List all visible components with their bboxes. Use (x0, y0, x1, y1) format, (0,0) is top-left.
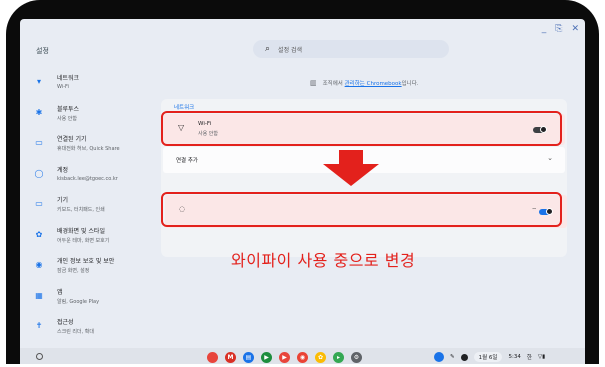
docs-icon[interactable]: ▤ (243, 352, 254, 363)
sidebar-item-3[interactable]: ◯ 계정 kisback.lee@tgoec.co.kr (30, 165, 155, 189)
managed-link[interactable]: 관리하는 Chromebook (345, 81, 402, 87)
sidebar-item-1[interactable]: ✱ 블루투스사용 안함 (30, 104, 155, 128)
sidebar-item-label: 접근성 (57, 319, 74, 326)
maximize-button[interactable]: ⎘ (555, 24, 562, 34)
apps-icon: ▦ (35, 290, 43, 300)
notification-icon[interactable] (460, 353, 468, 361)
gmail-icon[interactable]: M (225, 352, 236, 363)
photos-icon[interactable]: ✿ (315, 352, 326, 363)
sidebar-item-5[interactable]: ✿ 배경화면 및 스타일어두운 테마, 화면 보호기 (30, 226, 155, 250)
settings-icon[interactable]: ⚙ (351, 352, 362, 363)
sidebar-item-sub: 사용 안함 (57, 115, 77, 122)
highlight-before (161, 111, 562, 146)
highlight-after (161, 192, 562, 227)
sidebar-item-sub: 어두운 테마, 화면 보호기 (57, 237, 110, 244)
search-input[interactable]: ⌕ 설정 검색 (253, 40, 449, 58)
wifi-status-icon[interactable]: ▽▮ (538, 354, 545, 360)
managed-notice: ▥ 조직에서 관리하는 Chromebook입니다. (310, 79, 419, 87)
meet-icon[interactable]: ▶ (261, 352, 272, 363)
youtube-music-icon[interactable]: ◉ (297, 352, 308, 363)
sidebar-item-label: 개인 정보 보호 및 보안 (57, 258, 115, 265)
sidebar-item-0[interactable]: ▾ 네트워크 Wi-Fi (30, 73, 155, 97)
youtube-icon[interactable]: ▶ (279, 352, 290, 363)
building-icon: ▥ (310, 79, 317, 87)
sidebar-item-4[interactable]: ▭ 기기키보드, 터치패드, 인쇄 (30, 195, 155, 219)
status-tray: ✎ 1월 6일 5:34 한 ▽▮ (434, 352, 545, 362)
sidebar-item-sub: 휴대전화 허브, Quick Share (57, 146, 120, 152)
app-title: 설정 (36, 47, 49, 55)
sidebar-item-label: 앱 (57, 288, 63, 296)
play-store-icon[interactable]: ▸ (333, 352, 344, 363)
wifi-icon: ▾ (36, 77, 41, 86)
sidebar-item-6[interactable]: ◉ 개인 정보 보호 및 보안잠금 화면, 설정 (30, 256, 155, 280)
privacy-icon: ◉ (35, 260, 43, 269)
sidebar-item-sub: 알림, Google Play (57, 298, 100, 305)
date-pill[interactable]: 1월 6일 (473, 352, 503, 362)
sidebar-item-7[interactable]: ▦ 앱알림, Google Play (30, 287, 155, 311)
sidebar-item-8[interactable]: ✝ 접근성스크린 리더, 확대 (30, 317, 155, 341)
down-arrow-annotation (323, 150, 379, 186)
search-icon: ⌕ (265, 43, 271, 54)
sidebar-item-sub: 키보드, 터치패드, 인쇄 (57, 207, 105, 213)
clock[interactable]: 5:34 (508, 354, 520, 360)
annotation-text: 와이파이 사용 중으로 변경 (231, 251, 416, 270)
chevron-down-icon: ⌄ (547, 154, 553, 162)
accessibility-icon: ✝ (35, 321, 43, 330)
connected-devices-icon: ▭ (35, 138, 43, 147)
bluetooth-icon: ✱ (35, 107, 43, 117)
sidebar-item-2[interactable]: ▭ 연결된 기기휴대전화 허브, Quick Share (30, 134, 155, 158)
close-button[interactable]: ✕ (571, 24, 579, 34)
sidebar-item-label: 계정 (57, 166, 69, 174)
sidebar-item-sub: Wi-Fi (57, 84, 69, 90)
search-placeholder: 설정 검색 (278, 46, 303, 54)
ime-indicator[interactable]: 한 (527, 353, 532, 361)
chrome-icon[interactable] (207, 352, 218, 363)
device-icon: ▭ (35, 199, 43, 208)
minimize-button[interactable]: _ (542, 24, 547, 34)
sidebar-item-sub: 잠금 화면, 설정 (57, 268, 90, 274)
add-connection-label: 연결 추가 (176, 158, 198, 164)
section-title: 네트워크 (174, 105, 195, 111)
launcher-icon[interactable] (36, 353, 43, 360)
tote-icon[interactable] (434, 352, 444, 362)
sidebar-item-sub: kisback.lee@tgoec.co.kr (57, 175, 118, 182)
sidebar-item-label: 네트워크 (57, 75, 80, 82)
sidebar-item-label: 연결된 기기 (57, 136, 87, 143)
personalization-icon: ✿ (35, 229, 43, 239)
sidebar-item-label: 블루투스 (57, 105, 80, 113)
pen-icon[interactable]: ✎ (450, 354, 455, 360)
sidebar-item-sub: 스크린 리더, 확대 (57, 329, 94, 335)
sidebar-item-label: 기기 (57, 197, 69, 204)
sidebar: ▾ 네트워크 Wi-Fi ✱ 블루투스사용 안함 ▭ 연결된 기기휴대전화 허브, Quic… (30, 73, 155, 367)
sidebar-item-label: 배경화면 및 스타일 (57, 227, 105, 235)
window-controls: _ ⎘ ✕ (542, 24, 579, 34)
shelf-apps: M ▤ ▶ ▶ ◉ ✿ ▸ ⚙ (207, 352, 362, 363)
account-icon: ◯ (34, 168, 44, 178)
settings-window: _ ⎘ ✕ 설정 ⌕ 설정 검색 ▾ 네트워크 Wi-Fi ✱ 블루투스사용 안함 ▭ 연결… (20, 19, 585, 367)
